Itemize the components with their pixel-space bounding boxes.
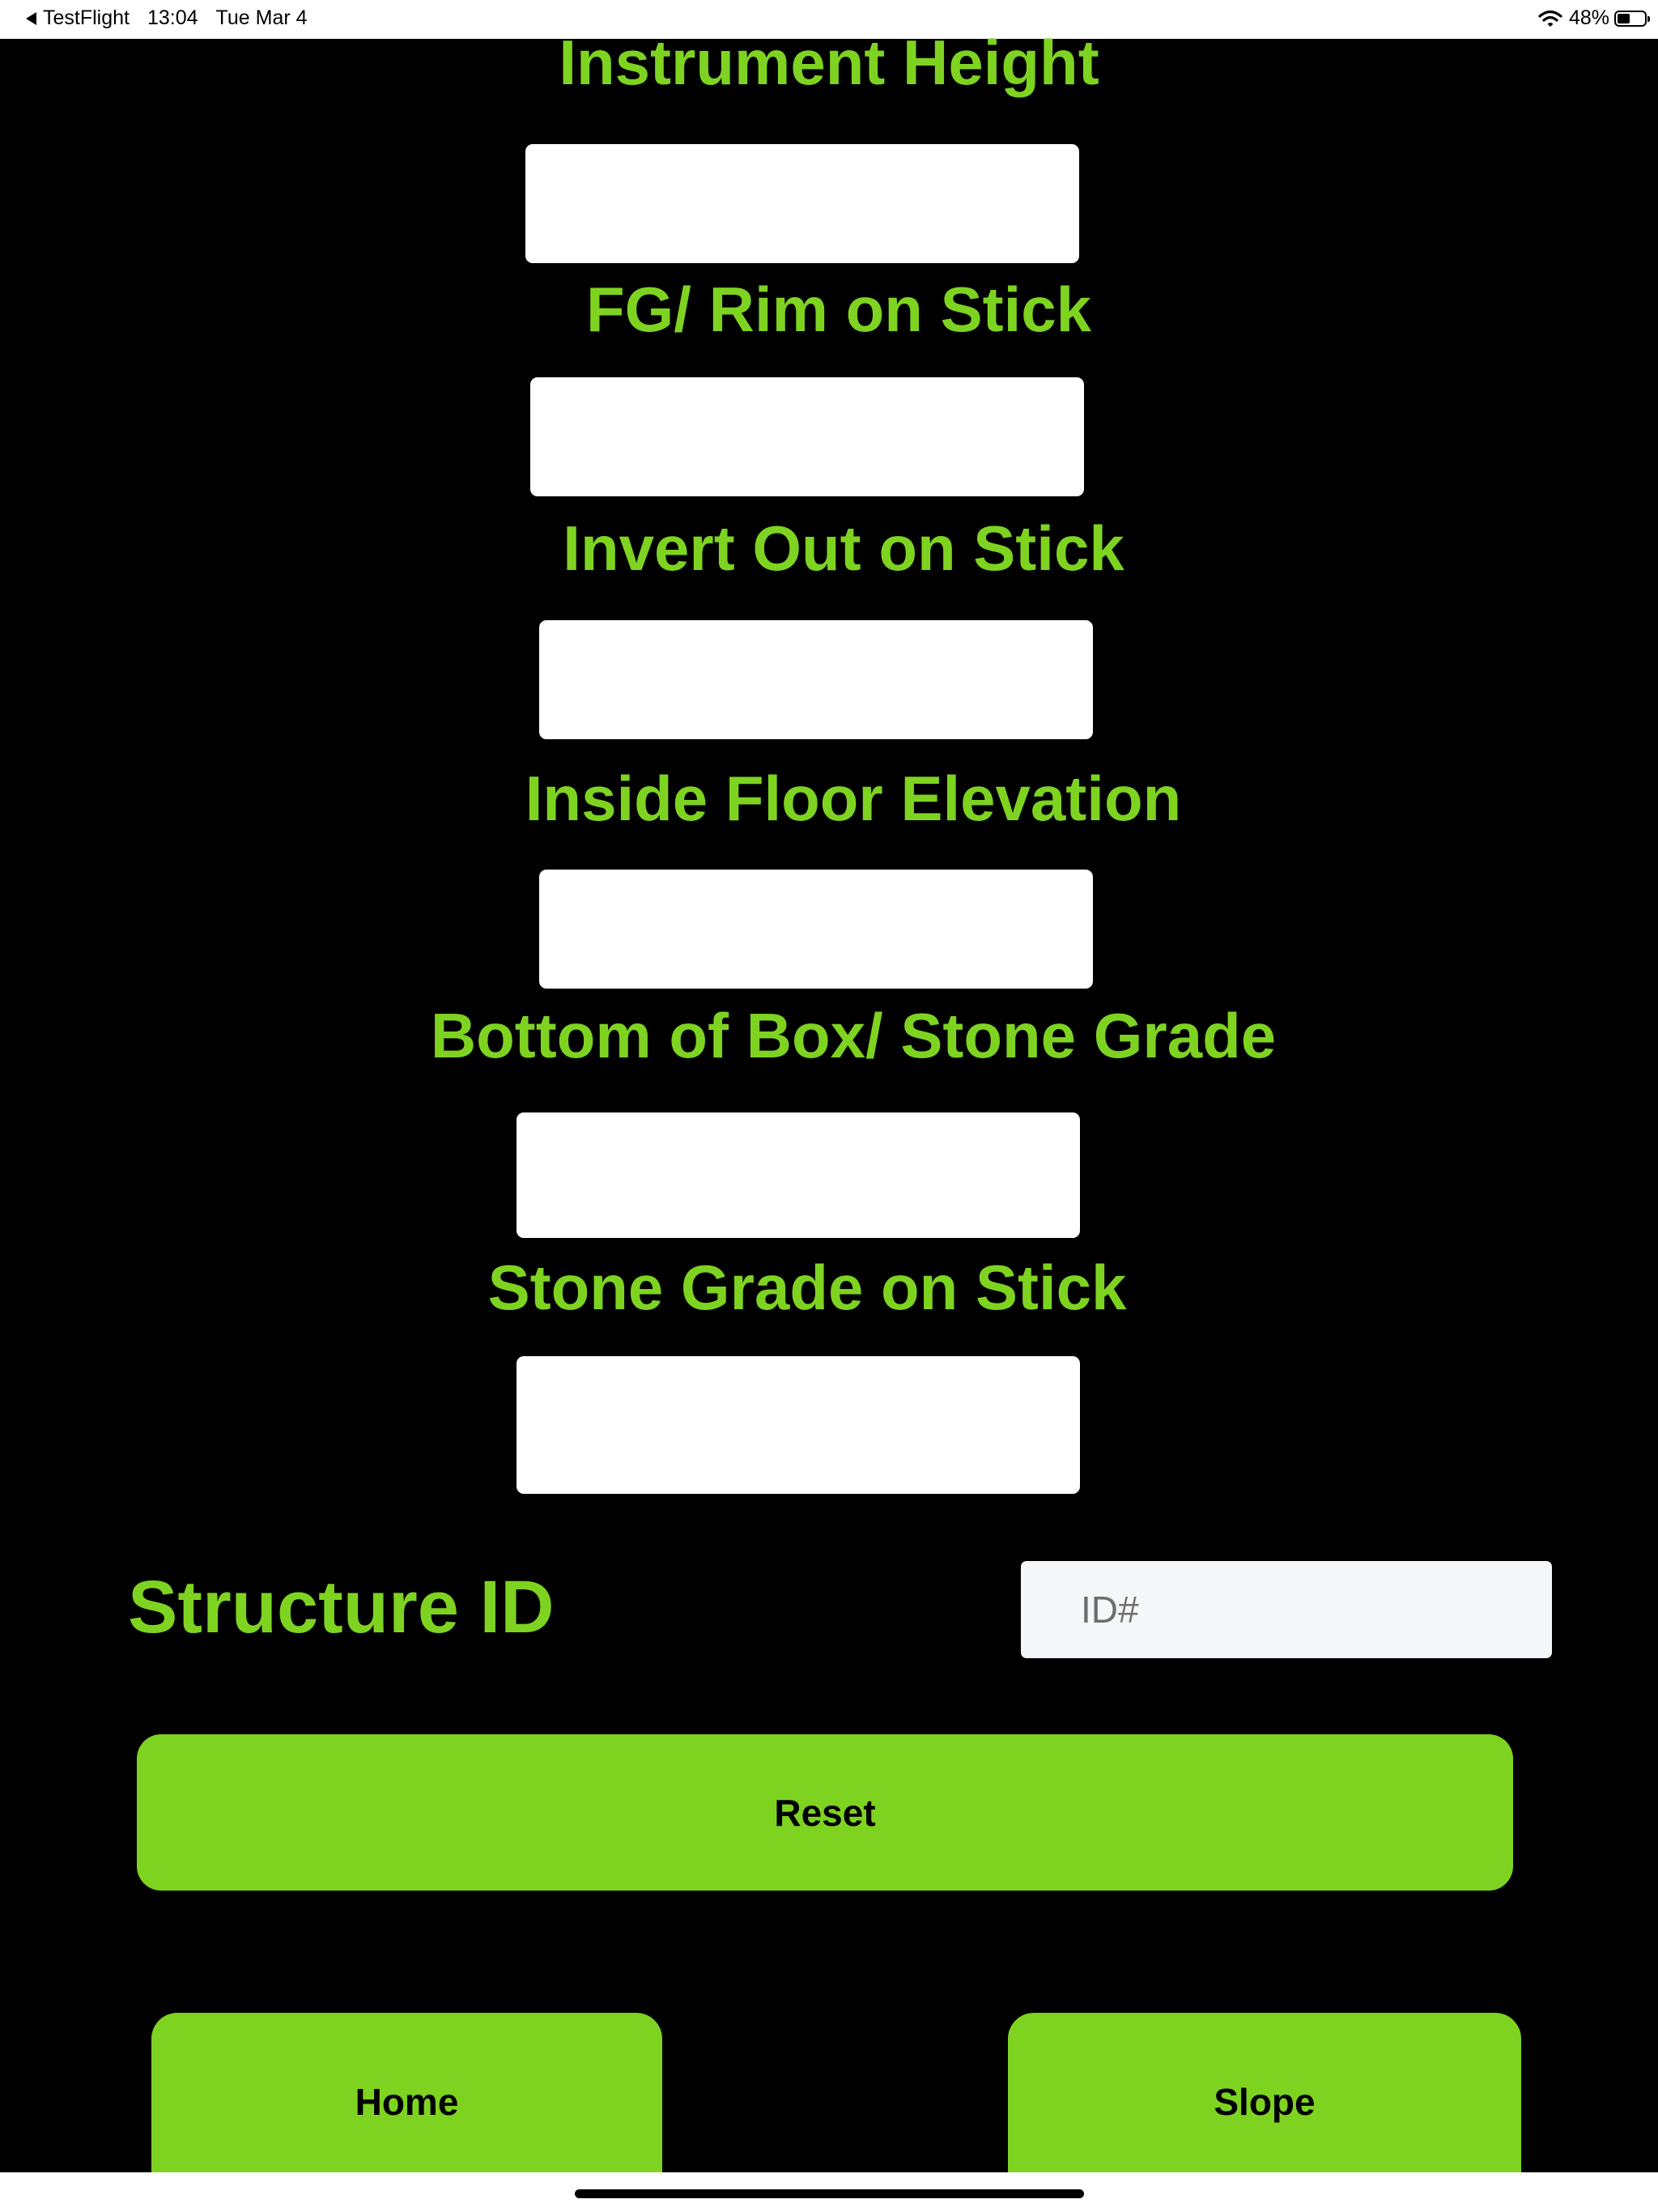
structure-id-input[interactable] <box>1021 1561 1552 1658</box>
label-fg-rim-on-stick: FG/ Rim on Stick <box>585 274 1092 345</box>
label-inside-floor-elevation: Inside Floor Elevation <box>525 763 1182 834</box>
back-arrow-icon[interactable] <box>26 11 36 25</box>
home-indicator-area <box>0 2172 1658 2212</box>
home-indicator[interactable] <box>575 2189 1084 2198</box>
reset-button[interactable]: Reset <box>137 1734 1513 1891</box>
label-invert-out-on-stick: Invert Out on Stick <box>563 513 1124 584</box>
battery-icon <box>1614 10 1650 27</box>
fg-rim-on-stick-input[interactable] <box>530 377 1084 496</box>
label-instrument-height: Instrument Height <box>559 27 1099 98</box>
battery-level-fill <box>1618 13 1630 23</box>
structure-id-label: Structure ID <box>128 1566 555 1648</box>
invert-out-on-stick-input[interactable] <box>539 620 1093 739</box>
stone-grade-on-stick-input[interactable] <box>517 1356 1080 1494</box>
instrument-height-input[interactable] <box>525 144 1079 263</box>
label-bottom-of-box-stone-grade: Bottom of Box/ Stone Grade <box>430 1000 1277 1071</box>
slope-button[interactable]: Slope <box>1008 2013 1521 2191</box>
home-button[interactable]: Home <box>151 2013 662 2191</box>
inside-floor-elevation-input[interactable] <box>539 870 1093 989</box>
battery-tip <box>1647 15 1650 22</box>
wifi-icon <box>1538 10 1562 27</box>
label-stone-grade-on-stick: Stone Grade on Stick <box>487 1252 1127 1323</box>
bottom-of-box-stone-grade-input[interactable] <box>517 1112 1080 1238</box>
